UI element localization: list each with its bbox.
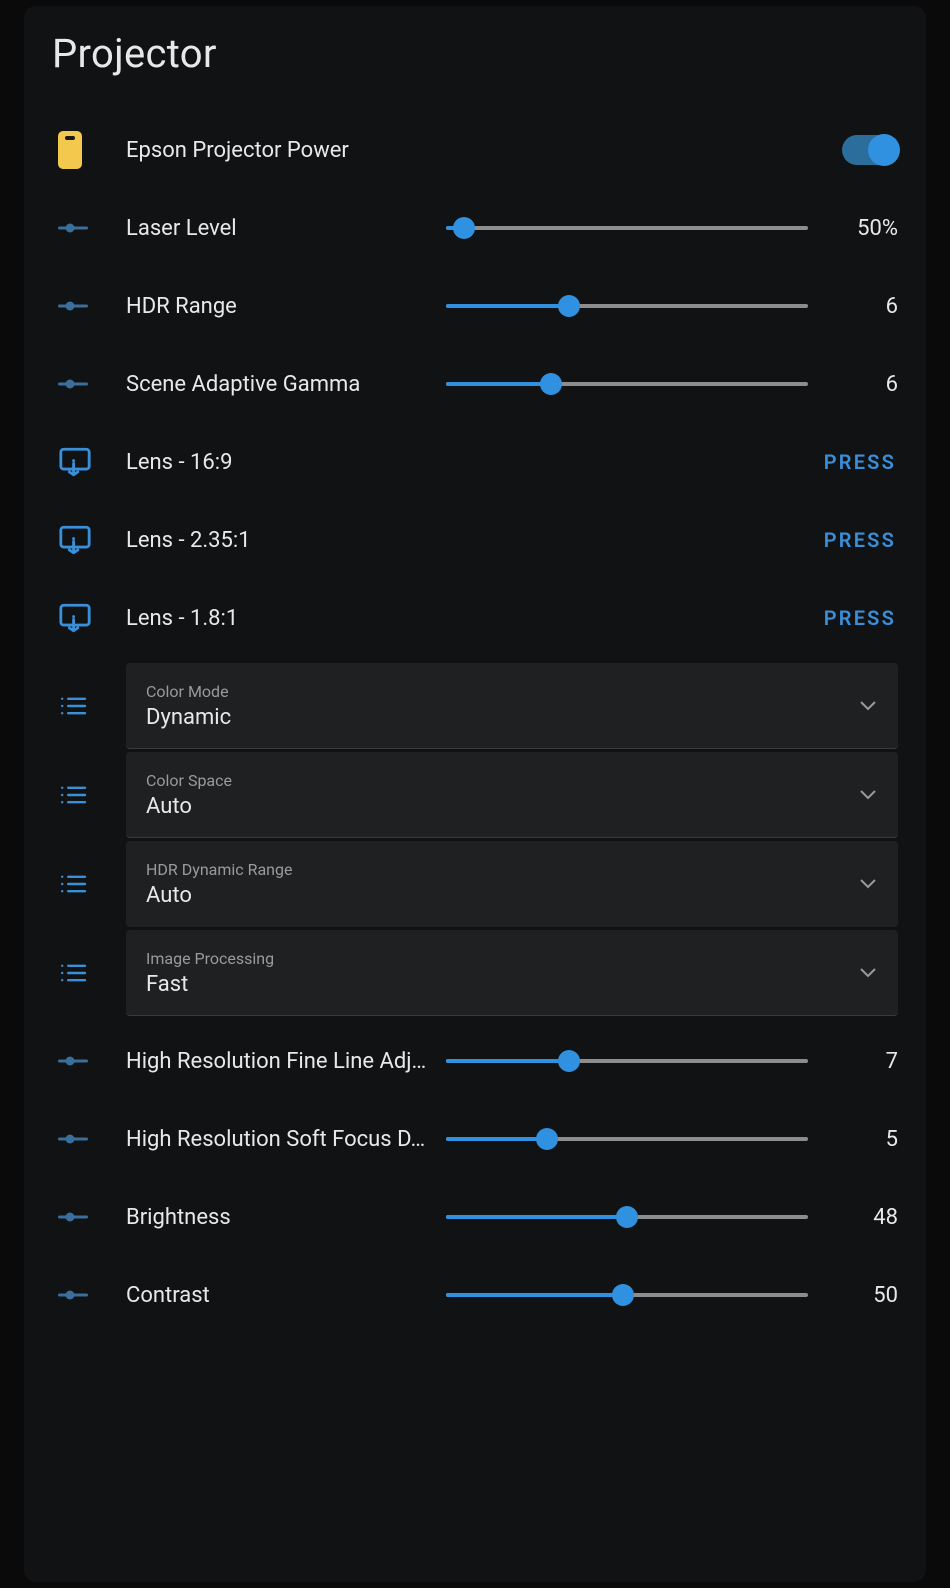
laser-level-row: Laser Level 50%: [52, 189, 898, 267]
hdr-range-slider[interactable]: [446, 294, 808, 318]
press-icon: [52, 445, 126, 479]
lens-235-label: Lens - 2.35:1: [126, 528, 517, 553]
hdr-dynamic-range-value: Auto: [146, 883, 878, 908]
hdr-dynamic-range-dropdown[interactable]: HDR Dynamic Range Auto: [126, 841, 898, 927]
list-icon: [52, 930, 126, 1016]
color-mode-row: Color Mode Dynamic: [52, 663, 898, 749]
chevron-down-icon: [860, 968, 876, 978]
color-space-dropdown[interactable]: Color Space Auto: [126, 752, 898, 838]
hdr-dynamic-range-row: HDR Dynamic Range Auto: [52, 841, 898, 927]
laser-level-label: Laser Level: [126, 216, 446, 241]
contrast-row: Contrast 50: [52, 1256, 898, 1334]
contrast-slider[interactable]: [446, 1283, 808, 1307]
hdr-range-label: HDR Range: [126, 294, 446, 319]
gamma-slider[interactable]: [446, 372, 808, 396]
lens-169-press-button[interactable]: PRESS: [517, 450, 898, 474]
soft-focus-label: High Resolution Soft Focus D…: [126, 1127, 446, 1152]
color-mode-label: Color Mode: [146, 682, 878, 701]
contrast-value: 50: [826, 1283, 898, 1308]
gamma-value: 6: [826, 372, 898, 397]
fine-line-label: High Resolution Fine Line Adj…: [126, 1049, 446, 1074]
slider-icon: [52, 221, 126, 235]
fine-line-row: High Resolution Fine Line Adj… 7: [52, 1022, 898, 1100]
projector-icon: [52, 131, 126, 169]
slider-icon: [52, 1054, 126, 1068]
hdr-range-row: HDR Range 6: [52, 267, 898, 345]
power-label: Epson Projector Power: [126, 138, 842, 163]
hdr-range-value: 6: [826, 294, 898, 319]
power-toggle[interactable]: [842, 135, 898, 165]
panel-title: Projector: [52, 30, 898, 77]
gamma-row: Scene Adaptive Gamma 6: [52, 345, 898, 423]
image-processing-value: Fast: [146, 972, 878, 997]
brightness-value: 48: [826, 1205, 898, 1230]
lens-235-press-button[interactable]: PRESS: [517, 528, 898, 552]
list-icon: [52, 752, 126, 838]
soft-focus-value: 5: [826, 1127, 898, 1152]
color-space-row: Color Space Auto: [52, 752, 898, 838]
lens-18-label: Lens - 1.8:1: [126, 606, 517, 631]
list-icon: [52, 663, 126, 749]
image-processing-label: Image Processing: [146, 949, 878, 968]
chevron-down-icon: [860, 879, 876, 889]
brightness-row: Brightness 48: [52, 1178, 898, 1256]
contrast-label: Contrast: [126, 1283, 446, 1308]
laser-level-slider[interactable]: [446, 216, 808, 240]
gamma-label: Scene Adaptive Gamma: [126, 372, 446, 397]
slider-icon: [52, 1132, 126, 1146]
lens-18-press-button[interactable]: PRESS: [517, 606, 898, 630]
brightness-slider[interactable]: [446, 1205, 808, 1229]
power-row: Epson Projector Power: [52, 111, 898, 189]
image-processing-row: Image Processing Fast: [52, 930, 898, 1016]
image-processing-dropdown[interactable]: Image Processing Fast: [126, 930, 898, 1016]
press-icon: [52, 523, 126, 557]
slider-icon: [52, 1288, 126, 1302]
chevron-down-icon: [860, 701, 876, 711]
slider-icon: [52, 299, 126, 313]
projector-panel: Projector Epson Projector Power Laser Le…: [24, 6, 926, 1582]
lens-169-label: Lens - 16:9: [126, 450, 517, 475]
chevron-down-icon: [860, 790, 876, 800]
fine-line-slider[interactable]: [446, 1049, 808, 1073]
color-mode-value: Dynamic: [146, 705, 878, 730]
lens-18-row: Lens - 1.8:1 PRESS: [52, 579, 898, 657]
color-mode-dropdown[interactable]: Color Mode Dynamic: [126, 663, 898, 749]
laser-level-value: 50%: [826, 216, 898, 241]
brightness-label: Brightness: [126, 1205, 446, 1230]
lens-235-row: Lens - 2.35:1 PRESS: [52, 501, 898, 579]
fine-line-value: 7: [826, 1049, 898, 1074]
slider-icon: [52, 1210, 126, 1224]
soft-focus-row: High Resolution Soft Focus D… 5: [52, 1100, 898, 1178]
list-icon: [52, 841, 126, 927]
lens-169-row: Lens - 16:9 PRESS: [52, 423, 898, 501]
press-icon: [52, 601, 126, 635]
hdr-dynamic-range-label: HDR Dynamic Range: [146, 860, 878, 879]
soft-focus-slider[interactable]: [446, 1127, 808, 1151]
slider-icon: [52, 377, 126, 391]
color-space-label: Color Space: [146, 771, 878, 790]
color-space-value: Auto: [146, 794, 878, 819]
